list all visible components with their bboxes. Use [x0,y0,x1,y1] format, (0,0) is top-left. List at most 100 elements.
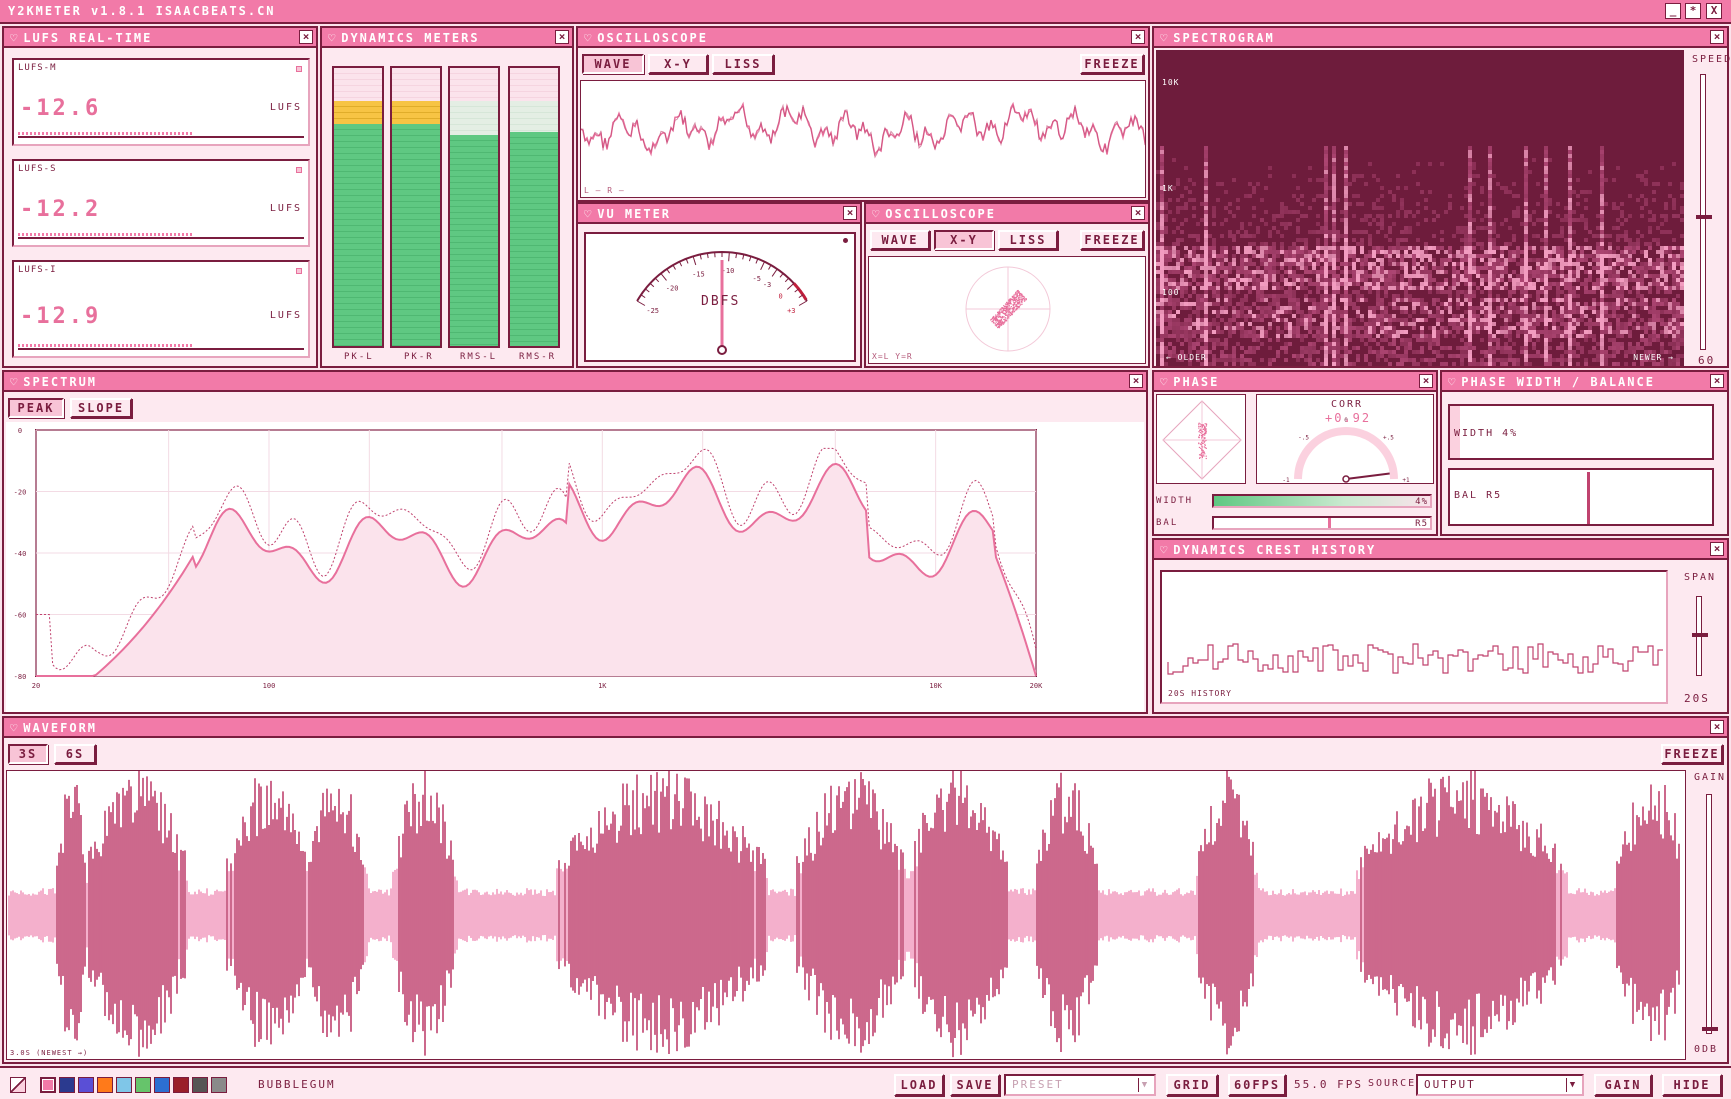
theme-swatch[interactable] [211,1077,227,1093]
spectrum-tab-slope[interactable]: SLOPE [70,398,132,418]
spectrogram-cell [1660,166,1664,170]
gain-slider-thumb[interactable] [1702,1027,1718,1031]
spectrum-tab-peak[interactable]: PEAK [8,398,64,418]
spectrogram-cell [1304,270,1308,274]
load-button[interactable]: LOAD [894,1074,944,1096]
spectrogram-cell [1380,250,1384,254]
spectrogram-cell [1272,358,1276,362]
spectrogram-cell [1384,350,1388,354]
spectrogram-cell [1220,342,1224,346]
spectrogram-cell [1548,270,1552,274]
waveform-tab-3s[interactable]: 3S [8,744,48,764]
close-icon[interactable]: × [843,206,857,220]
minimize-button[interactable]: _ [1665,3,1681,19]
spectrogram-cell [1288,330,1292,334]
spectrogram-cell [1556,254,1560,258]
spectrogram-cell [1568,222,1572,226]
spectrogram-cell [1160,266,1164,270]
fps-button[interactable]: 60FPS [1228,1074,1286,1096]
spectrogram-cell [1352,174,1356,178]
spectrogram-cell [1544,258,1548,262]
close-icon[interactable]: × [1710,374,1724,388]
xy-point [998,327,1000,329]
spectrogram-cell [1416,270,1420,274]
close-icon[interactable]: × [1419,374,1433,388]
spectrogram-cell [1640,174,1644,178]
xy-point [1013,299,1016,301]
spectrogram-cell [1524,198,1528,202]
spectrogram-cell [1224,346,1228,350]
theme-swatch[interactable] [192,1077,208,1093]
save-button[interactable]: SAVE [950,1074,1000,1096]
theme-swatch[interactable] [116,1077,132,1093]
close-icon[interactable]: × [1131,30,1145,44]
spectrogram-cell [1252,274,1256,278]
spectrogram-cell [1308,322,1312,326]
osc2-freeze-button[interactable]: FREEZE [1080,230,1144,250]
grid-button[interactable]: GRID [1166,1074,1218,1096]
gain-button[interactable]: GAIN [1594,1074,1652,1096]
close-button[interactable]: X [1706,3,1722,19]
close-icon[interactable]: × [1710,542,1724,556]
theme-swatch[interactable] [154,1077,170,1093]
theme-swatch[interactable] [97,1077,113,1093]
spectrogram-cell [1636,294,1640,298]
gain-slider[interactable] [1702,794,1718,1034]
spectrogram-cell [1188,198,1192,202]
spectrogram-cell [1548,250,1552,254]
osc1-freeze-button[interactable]: FREEZE [1080,54,1144,74]
source-select[interactable]: OUTPUT ▼ [1416,1074,1584,1096]
close-icon[interactable]: × [555,30,569,44]
waveform-tab-6s[interactable]: 6S [54,744,96,764]
span-slider-thumb[interactable] [1692,633,1708,637]
theme-swatch[interactable] [173,1077,189,1093]
osc2-tab-liss[interactable]: LISS [998,230,1058,250]
spectrogram-cell [1320,298,1324,302]
close-icon[interactable]: × [1710,30,1724,44]
theme-swatch[interactable] [59,1077,75,1093]
osc2-tab-xy[interactable]: X-Y [934,230,994,250]
span-slider[interactable] [1692,596,1708,676]
spectrogram-cell [1668,230,1672,234]
spectrogram-cell [1340,218,1344,222]
hide-button[interactable]: HIDE [1662,1074,1722,1096]
speed-slider-thumb[interactable] [1696,215,1712,219]
spectrogram-cell [1324,250,1328,254]
xy-point [1003,322,1005,324]
spectrogram-cell [1524,350,1528,354]
spectrogram-cell [1464,238,1468,242]
waveform-freeze-button[interactable]: FREEZE [1661,744,1723,764]
spectrogram-cell [1420,350,1424,354]
maximize-button[interactable]: * [1685,3,1701,19]
theme-swatch[interactable] [40,1077,56,1093]
color-picker-icon[interactable] [10,1077,26,1093]
spectrogram-cell [1584,322,1588,326]
close-icon[interactable]: × [1131,206,1145,220]
close-icon[interactable]: × [1129,374,1143,388]
osc1-tab-wave[interactable]: WAVE [582,54,644,74]
spectrogram-cell [1188,342,1192,346]
close-icon[interactable]: × [299,30,313,44]
spectrogram-cell [1360,202,1364,206]
close-icon[interactable]: × [1710,720,1724,734]
osc2-tab-wave[interactable]: WAVE [870,230,930,250]
osc1-tab-xy[interactable]: X-Y [648,54,708,74]
spectrogram-cell [1168,198,1172,202]
spectrogram-cell [1364,274,1368,278]
theme-swatch[interactable] [78,1077,94,1093]
theme-swatch[interactable] [135,1077,151,1093]
spectrogram-cell [1532,222,1536,226]
preset-select[interactable]: PRESET ▼ [1004,1074,1156,1096]
spectrogram-cell [1460,230,1464,234]
spectrogram-cell [1672,214,1676,218]
spectrogram-cell [1324,206,1328,210]
spectrogram-cell [1296,258,1300,262]
spectrogram-cell [1252,314,1256,318]
osc1-tab-liss[interactable]: LISS [712,54,774,74]
spectrogram-cell [1180,290,1184,294]
speed-slider[interactable] [1696,74,1712,350]
gonio-point [1202,451,1204,454]
spectrogram-cell [1268,346,1272,350]
spectrogram-cell [1528,338,1532,342]
gonio-point [1201,441,1203,444]
